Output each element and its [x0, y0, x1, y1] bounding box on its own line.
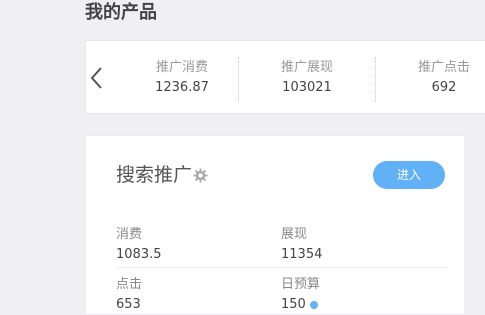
- stat-label: 推广点击: [417, 60, 470, 75]
- stat-label: 推广展现: [280, 60, 333, 75]
- stat-value: 103021: [282, 80, 332, 95]
- metric-label: 日预算: [281, 277, 321, 292]
- stat-promotion-impressions: 推广展现 103021: [232, 59, 382, 96]
- metric-value: 653: [116, 297, 141, 312]
- enter-button[interactable]: 进入: [373, 161, 445, 189]
- info-icon[interactable]: [309, 300, 318, 309]
- card-title: 搜索推广: [116, 164, 193, 186]
- divider: [116, 267, 446, 268]
- metric-spend: 消费 1083.5: [116, 226, 162, 263]
- stat-promotion-clicks: 推广点击 692: [369, 59, 485, 96]
- gear-icon[interactable]: [193, 168, 208, 183]
- metric-value-row: 150: [281, 296, 320, 313]
- metric-label: 点击: [116, 277, 143, 292]
- chevron-left-icon[interactable]: [88, 63, 108, 93]
- metric-label: 消费: [116, 227, 143, 242]
- metric-value: 1083.5: [116, 247, 162, 262]
- metric-impressions: 展现 11354: [281, 226, 322, 263]
- metric-clicks: 点击 653: [116, 276, 142, 313]
- metric-value: 11354: [281, 247, 323, 262]
- metric-value: 150: [281, 297, 306, 312]
- search-promotion-card: 搜索推广 进入 消费 1083.5 展现 11354 点击 653 日预算 15…: [85, 135, 465, 315]
- metric-daily-budget: 日预算 150: [281, 276, 320, 313]
- product-stats-card: 推广消费 1236.87 推广展现 103021 推广点击 692: [85, 40, 485, 114]
- section-title: 我的产品: [85, 2, 157, 23]
- stat-value: 692: [431, 80, 457, 95]
- metric-label: 展现: [281, 227, 308, 242]
